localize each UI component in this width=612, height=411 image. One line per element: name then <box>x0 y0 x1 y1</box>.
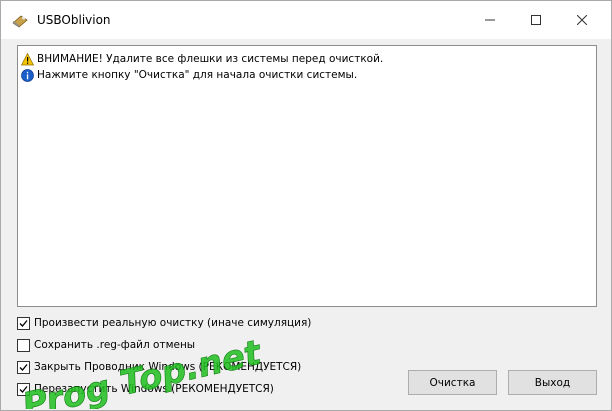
clean-button[interactable]: Очистка <box>408 370 497 395</box>
log-line-text: ВНИМАНИЕ! Удалите все флешки из системы … <box>37 53 384 65</box>
checkmark-icon <box>19 385 28 393</box>
usb-drive-icon <box>12 15 28 28</box>
checkbox-box[interactable] <box>17 360 30 374</box>
checkbox-label: Сохранить .reg-файл отмены <box>34 339 196 351</box>
checkmark-icon <box>19 319 28 327</box>
app-window: USBOblivion ВНИМАНИЕ! Удалите все флешки… <box>0 0 612 411</box>
checkbox-label: Закрыть Проводник Windows (РЕКОМЕНДУЕТСЯ… <box>34 361 302 373</box>
close-button[interactable] <box>559 1 605 39</box>
checkbox-label: Произвести реальную очистку (иначе симул… <box>34 317 312 329</box>
maximize-icon <box>531 15 541 25</box>
info-icon <box>21 68 34 82</box>
exit-button[interactable]: Выход <box>508 370 597 395</box>
warning-icon <box>21 52 34 65</box>
window-title: USBOblivion <box>37 13 111 27</box>
title-bar[interactable]: USBOblivion <box>1 1 611 39</box>
close-icon <box>577 15 587 25</box>
real-cleanup-checkbox[interactable]: Произвести реальную очистку (иначе симул… <box>17 316 311 330</box>
save-reg-checkbox[interactable]: Сохранить .reg-файл отмены <box>17 338 195 352</box>
checkbox-label: Перезапустить Windows (РЕКОМЕНДУЕТСЯ) <box>34 383 274 395</box>
checkmark-icon <box>19 363 28 371</box>
log-line-info: Нажмите кнопку "Очистка" для начала очис… <box>21 67 357 83</box>
close-explorer-checkbox[interactable]: Закрыть Проводник Windows (РЕКОМЕНДУЕТСЯ… <box>17 360 301 374</box>
checkbox-box[interactable] <box>17 382 30 396</box>
minimize-icon <box>485 19 495 21</box>
restart-windows-checkbox[interactable]: Перезапустить Windows (РЕКОМЕНДУЕТСЯ) <box>17 382 274 396</box>
maximize-button[interactable] <box>513 1 559 39</box>
log-panel[interactable]: ВНИМАНИЕ! Удалите все флешки из системы … <box>17 45 597 307</box>
log-line-warning: ВНИМАНИЕ! Удалите все флешки из системы … <box>21 51 383 67</box>
log-line-text: Нажмите кнопку "Очистка" для начала очис… <box>37 69 358 81</box>
minimize-button[interactable] <box>467 1 513 39</box>
checkbox-box[interactable] <box>17 338 30 352</box>
checkbox-box[interactable] <box>17 316 30 330</box>
